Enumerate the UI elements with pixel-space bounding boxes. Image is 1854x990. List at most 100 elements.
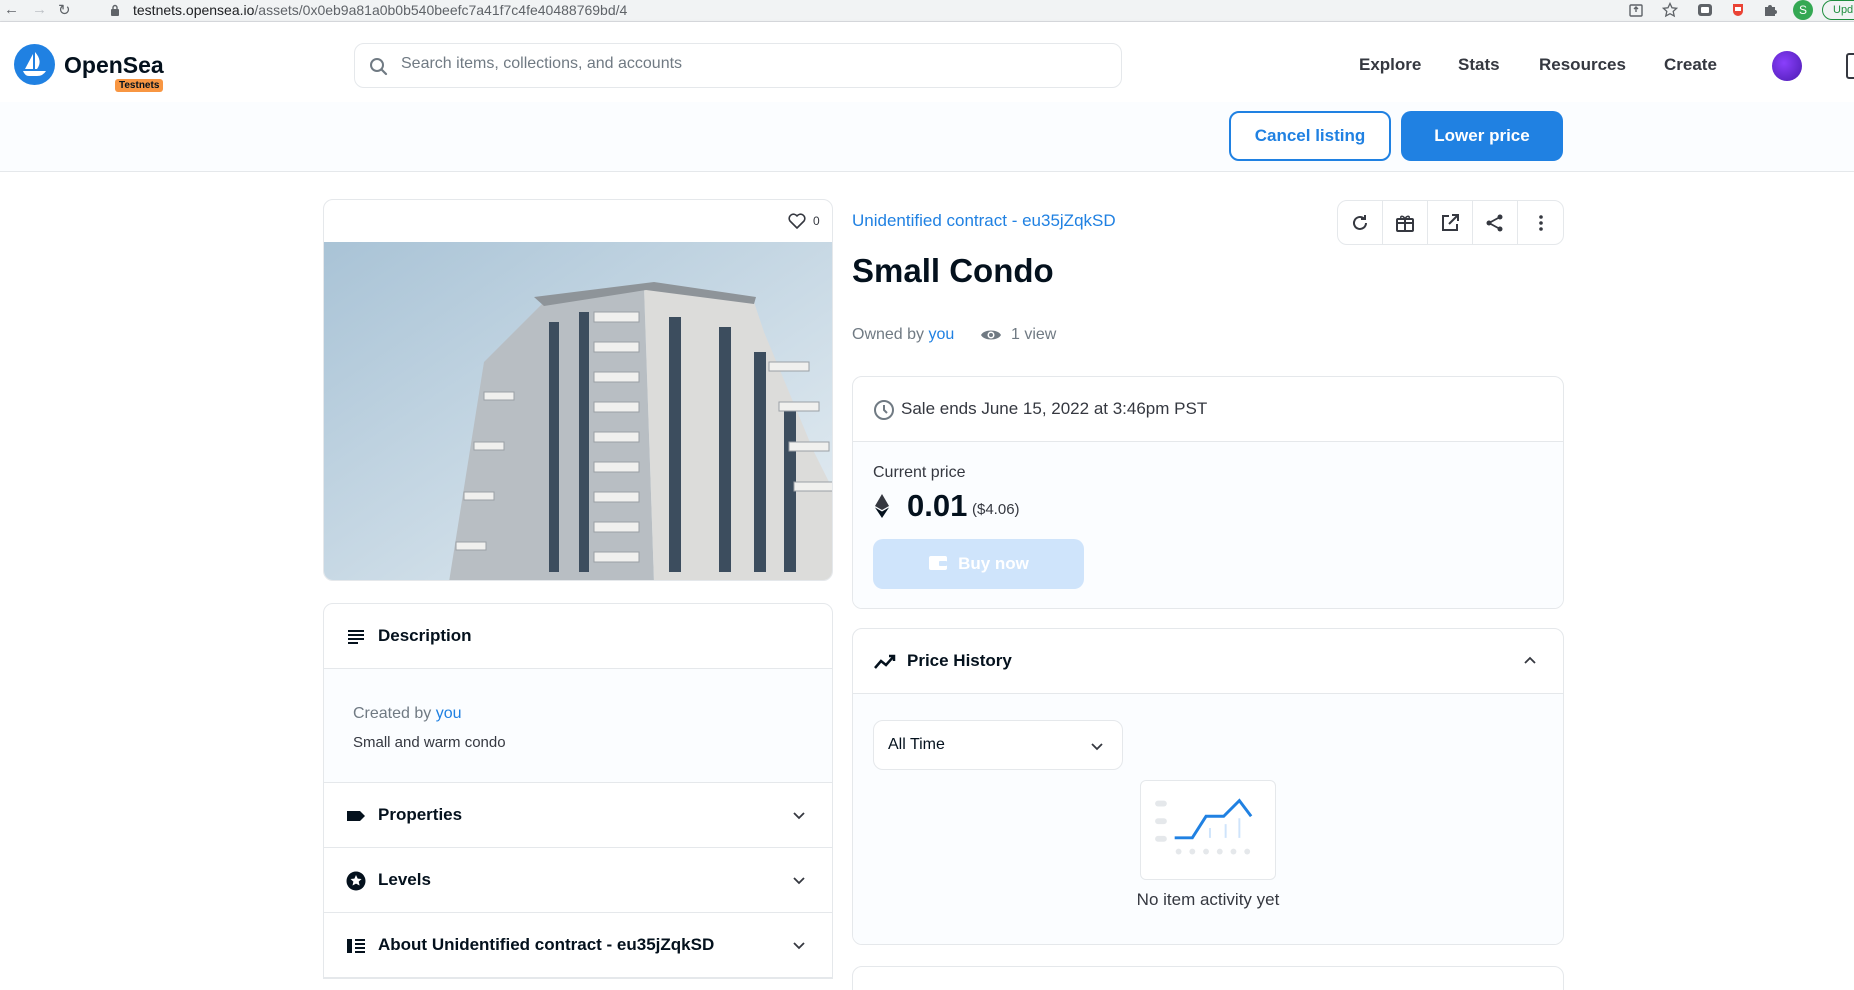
about-title: About Unidentified contract - eu35jZqkSD (378, 935, 715, 954)
created-by-label: Created by (353, 705, 432, 722)
wallet-icon[interactable] (1846, 53, 1854, 79)
address-bar[interactable]: testnets.opensea.io/assets/0x0eb9a81a0b0… (133, 2, 627, 18)
tag-icon (347, 811, 365, 821)
description-header[interactable]: Description (324, 604, 832, 669)
owned-by-label: Owned by (852, 326, 925, 343)
refresh-icon (1353, 214, 1367, 230)
nav-resources[interactable]: Resources (1539, 55, 1626, 75)
heart-icon[interactable] (788, 213, 806, 229)
refresh-button[interactable] (1338, 201, 1383, 244)
levels-panel: Levels (323, 848, 833, 914)
lower-price-button[interactable]: Lower price (1401, 111, 1563, 161)
view-count: 1 view (1011, 326, 1057, 343)
buy-now-button[interactable]: Buy now (873, 539, 1084, 589)
ethereum-icon (875, 494, 889, 518)
back-icon[interactable]: ← (4, 1, 19, 18)
testnets-badge: Testnets (115, 79, 164, 92)
clock-icon (874, 400, 894, 420)
open-external-button[interactable] (1428, 201, 1473, 244)
properties-title: Properties (378, 805, 463, 824)
time-range-value: All Time (888, 736, 945, 753)
favorite-count: 0 (813, 214, 820, 228)
item-title: Small Condo (852, 252, 1054, 289)
account-avatar[interactable] (1772, 51, 1802, 81)
wallet-icon (929, 556, 948, 570)
logo-wordmark[interactable]: OpenSea (64, 52, 164, 79)
chevron-down-icon (1091, 743, 1103, 751)
star-circle-icon (346, 871, 366, 891)
forward-icon[interactable]: → (32, 1, 47, 18)
transfer-gift-button[interactable] (1383, 201, 1428, 244)
price-usd: ($4.06) (972, 501, 1020, 518)
price-history-body: All Time No item activity yet (853, 694, 1563, 944)
browser-update-button[interactable]: Upd (1822, 0, 1854, 20)
reload-icon[interactable]: ↻ (58, 1, 71, 19)
eye-icon (981, 330, 1001, 340)
url-path: /assets/0x0eb9a81a0b0b540beefc7a41f7c4fe… (254, 2, 628, 18)
browser-toolbar: ← → ↻ testnets.opensea.io/assets/0x0eb9a… (0, 0, 1854, 22)
share-page-icon[interactable] (1628, 2, 1644, 18)
sale-end-header: Sale ends June 15, 2022 at 3:46pm PST (853, 377, 1563, 442)
creator-link[interactable]: you (436, 705, 462, 722)
chevron-down-icon (793, 812, 805, 820)
opensea-logo-icon[interactable] (14, 44, 55, 85)
collection-link[interactable]: Unidentified contract - eu35jZqkSD (852, 211, 1116, 231)
gift-icon (1396, 214, 1414, 232)
item-action-icons (1337, 200, 1564, 245)
description-lines-icon (348, 630, 364, 644)
owner-link[interactable]: you (929, 326, 955, 343)
chevron-up-icon (1524, 656, 1536, 664)
nav-create[interactable]: Create (1664, 55, 1717, 75)
external-link-icon (1442, 213, 1459, 231)
share-button[interactable] (1473, 201, 1518, 244)
levels-title: Levels (378, 870, 431, 889)
description-body: Created by you Small and warm condo (324, 669, 832, 783)
properties-panel: Properties (323, 783, 833, 849)
search-bar[interactable] (354, 43, 1122, 88)
search-icon (370, 58, 388, 76)
properties-header[interactable]: Properties (324, 783, 832, 848)
trending-line-icon (874, 654, 896, 669)
search-input[interactable] (401, 55, 1101, 73)
owned-by: Owned by you (852, 326, 954, 344)
more-vertical-icon (1538, 214, 1543, 231)
owner-action-bar: Cancel listing Lower price (0, 102, 1854, 172)
created-by: Created by you (353, 705, 462, 723)
next-panel (852, 966, 1564, 990)
browser-profile-avatar[interactable]: S (1793, 0, 1813, 20)
url-host: testnets.opensea.io (133, 2, 255, 18)
bookmark-star-icon[interactable] (1662, 2, 1678, 18)
about-panel: About Unidentified contract - eu35jZqkSD (323, 913, 833, 979)
extension-shield-icon[interactable] (1730, 2, 1746, 18)
more-options-button[interactable] (1518, 201, 1563, 244)
price-history-header[interactable]: Price History (853, 629, 1563, 694)
empty-chart-illustration (1140, 780, 1276, 880)
price-history-panel: Price History All Time No item activity … (852, 628, 1564, 945)
price-history-title: Price History (907, 651, 1012, 670)
nav-explore[interactable]: Explore (1359, 55, 1421, 75)
item-image[interactable] (324, 242, 833, 581)
price-section: Current price 0.01 ($4.06) Buy now (853, 442, 1563, 608)
listing-card: Sale ends June 15, 2022 at 3:46pm PST Cu… (852, 376, 1564, 609)
site-header: OpenSea Testnets Explore Stats Resources… (0, 22, 1854, 102)
sale-end-text: Sale ends June 15, 2022 at 3:46pm PST (901, 399, 1208, 418)
extensions-puzzle-icon[interactable] (1762, 2, 1778, 18)
contract-list-icon (347, 939, 365, 953)
current-price-label: Current price (873, 464, 966, 481)
chevron-down-icon (793, 942, 805, 950)
media-card-header: 0 (324, 200, 832, 242)
extension-metamask-icon[interactable] (1697, 2, 1713, 18)
cancel-listing-button[interactable]: Cancel listing (1229, 111, 1391, 161)
sailboat-icon (23, 52, 46, 76)
current-price: 0.01 (907, 488, 968, 523)
buy-now-label: Buy now (958, 554, 1029, 573)
nav-stats[interactable]: Stats (1458, 55, 1500, 75)
description-text: Small and warm condo (353, 734, 506, 751)
about-header[interactable]: About Unidentified contract - eu35jZqkSD (324, 913, 832, 978)
description-title: Description (378, 626, 472, 645)
share-icon (1486, 214, 1503, 231)
levels-header[interactable]: Levels (324, 848, 832, 913)
item-media-card: 0 (323, 199, 833, 581)
time-range-select[interactable]: All Time (873, 720, 1123, 770)
chevron-down-icon (793, 877, 805, 885)
